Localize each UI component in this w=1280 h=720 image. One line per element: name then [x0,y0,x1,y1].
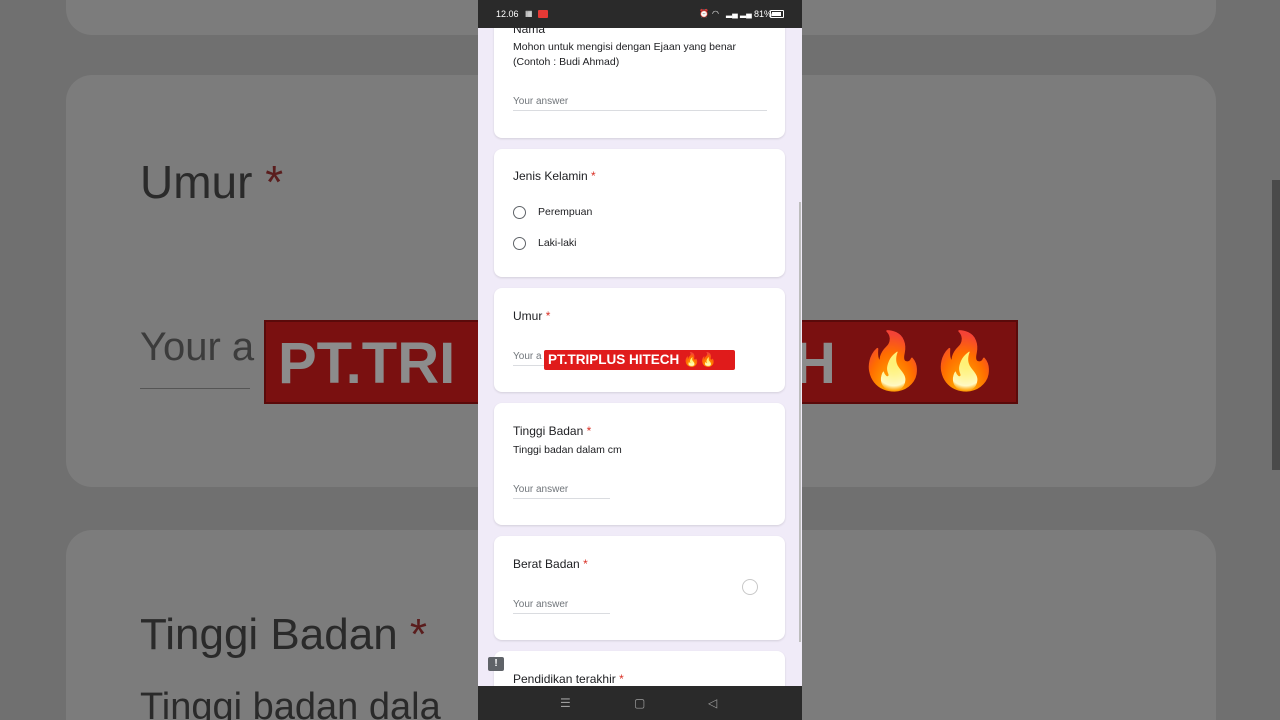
radio-perempuan[interactable] [513,206,526,219]
answer-input[interactable]: Your answer [513,96,767,111]
bg-umur-title: Umur * [140,156,284,208]
back-icon[interactable]: ◁ [708,696,717,710]
question-title: Pendidikan terakhir * [513,672,624,686]
battery-icon [770,10,784,18]
bg-banner-text-a: PT.TRI [278,331,456,396]
bg-fire-icon: 🔥 [858,329,928,392]
question-card-jenis-kelamin: Jenis Kelamin * Perempuan Laki-laki [494,149,785,277]
question-title: Berat Badan * [513,557,588,571]
question-card-umur: Umur * Your a [494,288,785,392]
question-description: Mohon untuk mengisi dengan Ejaan yang be… [513,41,736,68]
answer-input[interactable]: Your answer [513,484,610,499]
status-bar-overlay: 12.06 ▦ ⏰ ◠ ▂▄ ▂▄ 81% [478,0,802,28]
bg-tinggi-title: Tinggi Badan * [140,610,428,659]
menu-icon[interactable]: ☰ [560,696,571,710]
overlay-banner: PT.TRIPLUS HITECH 🔥🔥 [544,350,735,370]
navigation-bar: ☰ ▢ ◁ [478,686,802,720]
bg-scrollbar [1272,180,1280,470]
feedback-icon[interactable]: ! [488,657,504,671]
loading-spinner-icon [742,579,758,595]
radio-laki-laki[interactable] [513,237,526,250]
notification-badge-icon [538,10,548,18]
question-description: Tinggi badan dalam cm [513,444,622,456]
bg-underline [140,388,250,389]
phone-screen: 12.06 ▦ ⏰ ◠ ▂▄ ▂▄ 81% Nama Mohon untuk m… [478,0,802,720]
question-card-nama: Nama Mohon untuk mengisi dengan Ejaan ya… [494,10,785,138]
question-title: Tinggi Badan * [513,424,592,438]
gallery-icon: ▦ [525,9,533,18]
radio-label[interactable]: Perempuan [538,206,592,218]
home-icon[interactable]: ▢ [634,696,645,710]
question-card-tinggi-badan: Tinggi Badan * Tinggi badan dalam cm You… [494,403,785,525]
answer-input[interactable]: Your answer [513,599,610,614]
bg-umur-answer: Your a [140,325,255,369]
question-title: Umur * [513,309,551,323]
alarm-icon: ⏰ [699,9,709,18]
radio-label[interactable]: Laki-laki [538,237,577,249]
bg-tinggi-desc: Tinggi badan dala [140,686,441,720]
signal-icon: ▂▄ [726,9,738,18]
question-title: Jenis Kelamin * [513,169,596,183]
bg-fire-icon: 🔥 [930,329,1000,392]
scrollbar[interactable] [799,202,801,642]
signal-icon-2: ▂▄ [740,9,752,18]
wifi-icon: ◠ [712,9,719,18]
